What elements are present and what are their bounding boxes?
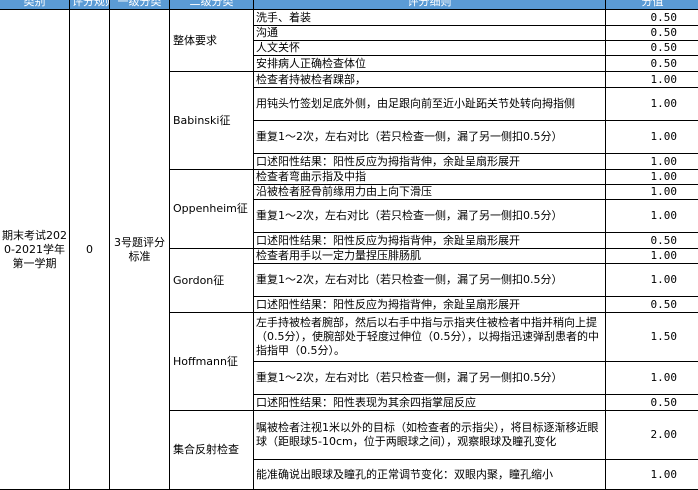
detail-cell[interactable]: 检查者弯曲示指及中指 bbox=[254, 170, 606, 185]
header-category[interactable]: 类别 bbox=[0, 0, 70, 10]
level1-cell[interactable]: 3号题评分标准 bbox=[110, 10, 170, 490]
detail-cell[interactable]: 重复1～2次，左右对比（若只检查一侧，漏了另一侧扣0.5分） bbox=[254, 200, 606, 233]
category-cell[interactable]: 期末考试2020-2021学年第一学期 bbox=[0, 10, 70, 490]
detail-cell[interactable]: 左手持被检者腕部，然后以右手中指与示指夹住被检者中指并稍向上提（0.5分），使腕… bbox=[254, 313, 606, 362]
detail-cell[interactable]: 能准确说出眼球及瞳孔的正常调节变化：双眼内聚，瞳孔缩小 bbox=[254, 460, 606, 490]
value-cell[interactable]: 1.00 bbox=[606, 185, 698, 200]
score-rule-cell[interactable]: 0 bbox=[70, 10, 110, 490]
level2-cell[interactable]: Oppenheim征 bbox=[170, 170, 254, 249]
value-cell[interactable]: 1.00 bbox=[606, 362, 698, 395]
value-cell[interactable]: 2.00 bbox=[606, 411, 698, 460]
value-cell[interactable]: 1.00 bbox=[606, 154, 698, 170]
level2-cell[interactable]: Hoffmann征 bbox=[170, 313, 254, 411]
level2-cell[interactable]: 整体要求 bbox=[170, 10, 254, 72]
value-cell[interactable]: 0.50 bbox=[606, 56, 698, 72]
value-cell[interactable]: 0.50 bbox=[606, 10, 698, 26]
header-score-rule[interactable]: 评分规则 bbox=[70, 0, 110, 10]
detail-cell[interactable]: 安排病人正确检查体位 bbox=[254, 56, 606, 72]
value-cell[interactable]: 0.50 bbox=[606, 41, 698, 56]
detail-cell[interactable]: 重复1～2次，左右对比（若只检查一侧，漏了另一侧扣0.5分） bbox=[254, 362, 606, 395]
value-cell[interactable]: 0.50 bbox=[606, 233, 698, 249]
header-row: 类别 评分规则 一级分类 二级分类 评分细则 分值 bbox=[0, 0, 698, 10]
value-cell[interactable]: 1.00 bbox=[606, 88, 698, 121]
level2-cell[interactable]: Gordon征 bbox=[170, 249, 254, 313]
detail-cell[interactable]: 检查者持被检者踝部， bbox=[254, 72, 606, 88]
value-cell[interactable]: 1.00 bbox=[606, 200, 698, 233]
detail-cell[interactable]: 重复1～2次，左右对比（若只检查一侧，漏了另一侧扣0.5分） bbox=[254, 121, 606, 154]
detail-cell[interactable]: 人文关怀 bbox=[254, 41, 606, 56]
detail-cell[interactable]: 口述阳性结果：阳性反应为拇指背伸，余趾呈扇形展开 bbox=[254, 154, 606, 170]
value-cell[interactable]: 1.00 bbox=[606, 170, 698, 185]
level2-cell[interactable]: Babinski征 bbox=[170, 72, 254, 170]
detail-cell[interactable]: 口述阳性结果：阳性反应为拇指背伸，余趾呈扇形展开 bbox=[254, 233, 606, 249]
value-cell[interactable]: 1.00 bbox=[606, 72, 698, 88]
detail-cell[interactable]: 检查者用手以一定力量捏压腓肠肌 bbox=[254, 249, 606, 264]
detail-cell[interactable]: 嘱被检者注视1米以外的目标（如检查者的示指尖），将目标逐渐移近眼球（距眼球5-1… bbox=[254, 411, 606, 460]
detail-cell[interactable]: 重复1～2次，左右对比（若只检查一侧，漏了另一侧扣0.5分） bbox=[254, 264, 606, 297]
level2-cell[interactable]: 集合反射检查 bbox=[170, 411, 254, 490]
table-row: 期末考试2020-2021学年第一学期03号题评分标准整体要求洗手、着装0.50 bbox=[0, 10, 698, 26]
value-cell[interactable]: 0.50 bbox=[606, 297, 698, 313]
detail-cell[interactable]: 口述阳性结果：阳性反应为拇指背伸，余趾呈扇形展开 bbox=[254, 297, 606, 313]
value-cell[interactable]: 1.00 bbox=[606, 460, 698, 490]
value-cell[interactable]: 1.50 bbox=[606, 313, 698, 362]
scoring-table: 类别 评分规则 一级分类 二级分类 评分细则 分值 期末考试2020-2021学… bbox=[0, 0, 698, 490]
value-cell[interactable]: 0.50 bbox=[606, 26, 698, 41]
detail-cell[interactable]: 用钝头竹签划足底外侧，由足跟向前至近小趾跖关节处转向拇指侧 bbox=[254, 88, 606, 121]
header-level1[interactable]: 一级分类 bbox=[110, 0, 170, 10]
value-cell[interactable]: 1.00 bbox=[606, 264, 698, 297]
value-cell[interactable]: 1.00 bbox=[606, 249, 698, 264]
value-cell[interactable]: 1.00 bbox=[606, 121, 698, 154]
detail-cell[interactable]: 沿被检者胫骨前缘用力由上向下滑压 bbox=[254, 185, 606, 200]
detail-cell[interactable]: 洗手、着装 bbox=[254, 10, 606, 26]
value-cell[interactable]: 0.50 bbox=[606, 395, 698, 411]
header-value[interactable]: 分值 bbox=[606, 0, 698, 10]
header-level2[interactable]: 二级分类 bbox=[170, 0, 254, 10]
detail-cell[interactable]: 口述阳性结果：阳性表现为其余四指掌屈反应 bbox=[254, 395, 606, 411]
detail-cell[interactable]: 沟通 bbox=[254, 26, 606, 41]
header-detail[interactable]: 评分细则 bbox=[254, 0, 606, 10]
